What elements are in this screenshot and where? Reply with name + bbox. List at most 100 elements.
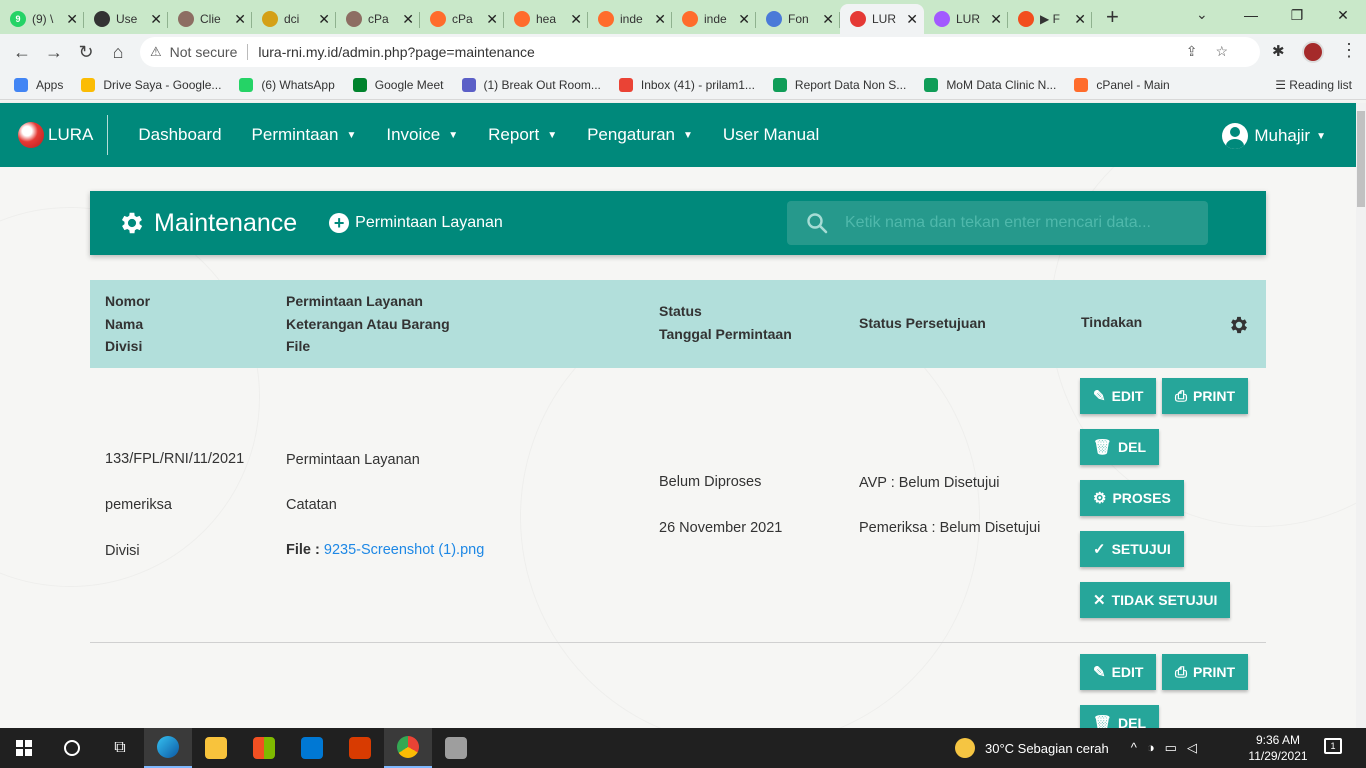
reject-button[interactable]: ✕ TIDAK SETUJUI xyxy=(1080,582,1231,618)
browser-tab[interactable]: LUR ✕ xyxy=(840,4,924,34)
bookmark-icon xyxy=(239,77,254,92)
bookmark-item[interactable]: cPanel - Main xyxy=(1074,77,1170,92)
approve-button[interactable]: ✓ SETUJUI xyxy=(1080,531,1184,567)
delete-button[interactable]: 🗑 DEL xyxy=(1080,705,1160,728)
close-tab-icon[interactable]: ✕ xyxy=(570,11,582,28)
page-title: Maintenance xyxy=(154,208,298,237)
warning-icon[interactable]: ⚠ xyxy=(150,44,162,60)
process-button[interactable]: ⚙ PROSES xyxy=(1080,480,1184,516)
table-header: Nomor Nama Divisi Permintaan Layanan Ket… xyxy=(90,280,1266,368)
close-tab-icon[interactable]: ✕ xyxy=(738,11,750,28)
browser-menu-icon[interactable]: ⋮ xyxy=(1340,40,1358,61)
add-request-button[interactable]: + Permintaan Layanan xyxy=(329,213,503,233)
bookmark-item[interactable]: Inbox (41) - prilam1... xyxy=(618,77,755,92)
browser-tab[interactable]: LUR ✕ xyxy=(924,4,1008,34)
file-explorer-icon[interactable] xyxy=(192,728,240,768)
row-status: Belum Diproses xyxy=(659,474,762,490)
close-tab-icon[interactable]: ✕ xyxy=(906,11,918,28)
new-tab-icon[interactable]: + xyxy=(1106,4,1119,30)
reload-icon[interactable]: ↻ xyxy=(70,42,102,63)
search-input[interactable] xyxy=(845,214,1195,232)
edit-button[interactable]: ✎ EDIT xyxy=(1080,654,1157,690)
start-button[interactable] xyxy=(0,728,48,768)
nav-user-manual[interactable]: User Manual xyxy=(723,125,819,145)
url-text[interactable]: lura-rni.my.id/admin.php?page=maintenanc… xyxy=(258,44,534,60)
nav-pengaturan[interactable]: Pengaturan ▼ xyxy=(587,125,693,145)
nav-report[interactable]: Report ▼ xyxy=(488,125,557,145)
tab-search-icon[interactable]: ⌄ xyxy=(1196,6,1208,23)
minimize-icon[interactable]: — xyxy=(1228,0,1274,30)
close-window-icon[interactable]: ✕ xyxy=(1320,0,1366,30)
reading-list[interactable]: ☰ Reading list xyxy=(1275,78,1352,92)
restore-icon[interactable]: ❐ xyxy=(1274,0,1320,30)
home-icon[interactable]: ⌂ xyxy=(102,42,134,63)
close-tab-icon[interactable]: ✕ xyxy=(66,11,78,28)
page-scrollbar[interactable] xyxy=(1356,103,1366,728)
print-button[interactable]: ⎙ PRINT xyxy=(1162,378,1249,414)
tab-favicon-icon xyxy=(598,11,614,27)
browser-tab[interactable]: inde ✕ xyxy=(588,4,672,34)
close-tab-icon[interactable]: ✕ xyxy=(486,11,498,28)
forward-icon[interactable]: → xyxy=(38,42,70,63)
browser-tab[interactable]: dci ✕ xyxy=(252,4,336,34)
user-menu[interactable]: Muhajir ▼ xyxy=(1222,123,1326,149)
close-tab-icon[interactable]: ✕ xyxy=(822,11,834,28)
tab-favicon-icon xyxy=(514,11,530,27)
close-tab-icon[interactable]: ✕ xyxy=(318,11,330,28)
bookmark-item[interactable]: Apps xyxy=(14,77,63,92)
bookmark-item[interactable]: Google Meet xyxy=(352,77,444,92)
tab-title: LUR xyxy=(956,12,981,26)
nav-permintaan[interactable]: Permintaan ▼ xyxy=(252,125,357,145)
chrome-taskbar-icon[interactable] xyxy=(384,728,432,768)
print-button[interactable]: ⎙ PRINT xyxy=(1162,654,1249,690)
office-icon[interactable] xyxy=(336,728,384,768)
app-taskbar-icon[interactable] xyxy=(432,728,480,768)
browser-tab[interactable]: Clie ✕ xyxy=(168,4,252,34)
extensions-icon[interactable]: ✱ xyxy=(1272,42,1285,60)
notification-icon[interactable]: 1 xyxy=(1324,738,1342,754)
store-icon[interactable] xyxy=(240,728,288,768)
bookmark-item[interactable]: (1) Break Out Room... xyxy=(461,77,601,92)
delete-button[interactable]: 🗑 DEL xyxy=(1080,429,1160,465)
clock[interactable]: 9:36 AM 11/29/2021 xyxy=(1248,732,1308,764)
browser-tab[interactable]: cPa ✕ xyxy=(420,4,504,34)
edit-button[interactable]: ✎ EDIT xyxy=(1080,378,1157,414)
file-link[interactable]: 9235-Screenshot (1).png xyxy=(324,542,484,558)
edge-taskbar-icon[interactable] xyxy=(144,728,192,768)
back-icon[interactable]: ← xyxy=(6,42,38,63)
app-navbar: LURA Dashboard Permintaan ▼ Invoice ▼ Repo… xyxy=(0,103,1356,167)
browser-tab[interactable]: 9 (9) \ ✕ xyxy=(0,4,84,34)
browser-tab[interactable]: inde ✕ xyxy=(672,4,756,34)
profile-avatar[interactable] xyxy=(1302,41,1324,63)
column-settings-gear-icon[interactable] xyxy=(1228,314,1250,336)
tray-icons[interactable]: ^◑▭◁ xyxy=(1131,740,1207,756)
bookmark-item[interactable]: Report Data Non S... xyxy=(772,77,906,92)
nav-invoice[interactable]: Invoice ▼ xyxy=(386,125,458,145)
weather-text[interactable]: 30°C Sebagian cerah xyxy=(985,741,1109,756)
bookmark-item[interactable]: MoM Data Clinic N... xyxy=(924,77,1056,92)
close-tab-icon[interactable]: ✕ xyxy=(654,11,666,28)
close-tab-icon[interactable]: ✕ xyxy=(234,11,246,28)
mail-icon[interactable] xyxy=(288,728,336,768)
browser-tab[interactable]: Fon ✕ xyxy=(756,4,840,34)
nav-dashboard[interactable]: Dashboard xyxy=(138,125,221,145)
app-logo[interactable]: LURA xyxy=(18,115,109,155)
close-tab-icon[interactable]: ✕ xyxy=(150,11,162,28)
browser-tab[interactable]: cPa ✕ xyxy=(336,4,420,34)
scrollbar-thumb[interactable] xyxy=(1357,111,1365,207)
close-tab-icon[interactable]: ✕ xyxy=(402,11,414,28)
share-star-icons[interactable]: ⇪☆ xyxy=(1186,43,1246,60)
search-taskbar-icon[interactable] xyxy=(48,728,96,768)
close-tab-icon[interactable]: ✕ xyxy=(990,11,1002,28)
browser-tab[interactable]: Use ✕ xyxy=(84,4,168,34)
browser-tab[interactable]: ▶ F ✕ xyxy=(1008,4,1092,34)
bookmark-item[interactable]: Drive Saya - Google... xyxy=(81,77,221,92)
address-bar[interactable]: ⚠ Not secure lura-rni.my.id/admin.php?pa… xyxy=(140,37,1260,67)
task-view-icon[interactable]: ⧉ xyxy=(96,728,144,768)
bookmark-item[interactable]: (6) WhatsApp xyxy=(239,77,335,92)
close-tab-icon[interactable]: ✕ xyxy=(1074,11,1086,28)
browser-tab[interactable]: hea ✕ xyxy=(504,4,588,34)
print-label: PRINT xyxy=(1193,388,1236,404)
nav-invoice-label: Invoice xyxy=(386,125,441,144)
row-pemeriksa-approval: Pemeriksa : Belum Disetujui xyxy=(859,520,1041,536)
